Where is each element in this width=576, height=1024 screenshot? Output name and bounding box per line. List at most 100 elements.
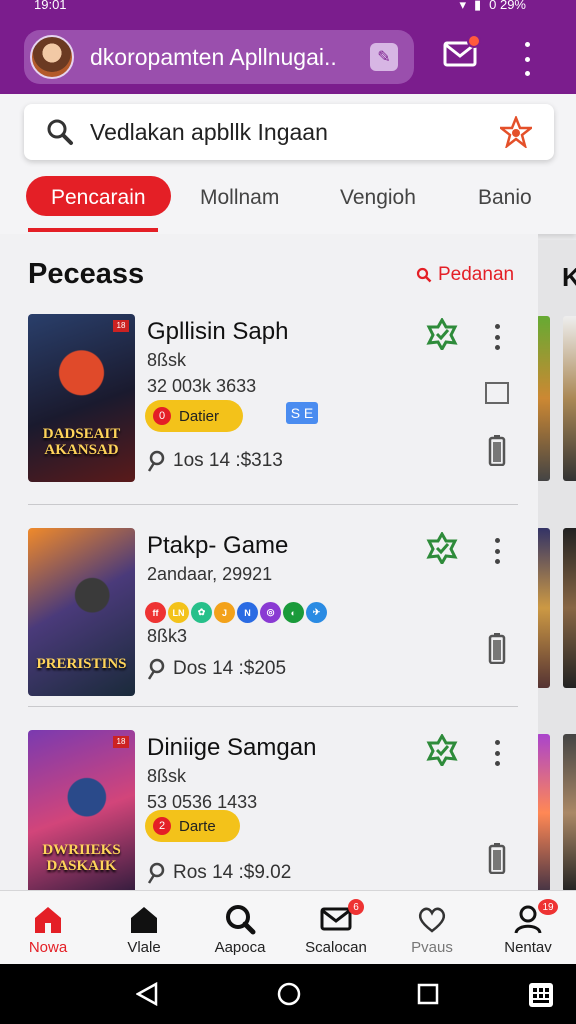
- game-card[interactable]: 18 DWRIIEKS DASKAIK Diniige Samgan 8ßsk …: [28, 730, 518, 900]
- divider: [28, 504, 518, 505]
- more-vert-icon[interactable]: [493, 538, 501, 564]
- nav-nowa[interactable]: Nowa: [0, 891, 96, 964]
- bottom-navigation: Nowa Vlale Aapoca 6 Scalocan Pvaus 19 Ne…: [0, 890, 576, 964]
- search-panel: Pencarain Mollnam Vengioh Banio: [0, 94, 576, 234]
- verified-icon: [426, 532, 458, 564]
- game-meta: Ros 14 :$9.02: [147, 862, 291, 884]
- side-thumbnail[interactable]: [536, 528, 550, 688]
- side-thumbnail[interactable]: [563, 316, 576, 481]
- nav-aapoca[interactable]: Aapoca: [192, 891, 288, 964]
- divider: [28, 706, 518, 707]
- back-icon[interactable]: [136, 982, 158, 1006]
- game-subtitle: 2andaar, 29921: [147, 564, 273, 584]
- game-meta: Dos 14 :$205: [147, 658, 286, 680]
- tab-pencarain[interactable]: Pencarain: [26, 176, 171, 216]
- system-navigation-bar: [0, 964, 576, 1024]
- search-icon: [226, 905, 256, 935]
- more-vert-icon[interactable]: [493, 324, 501, 350]
- side-column-heading: K: [562, 262, 576, 292]
- rating-badge-icon: 18: [113, 320, 129, 332]
- recents-icon[interactable]: [417, 983, 439, 1005]
- battery-text: 0 29%: [489, 0, 526, 12]
- badge-dot: 0: [153, 407, 171, 425]
- battery-icon: [488, 435, 506, 466]
- se-badge: S E: [286, 402, 318, 424]
- user-icon: [147, 450, 165, 472]
- nav-vlale[interactable]: Vlale: [96, 891, 192, 964]
- search-bar[interactable]: [24, 104, 554, 160]
- platform-tag-icon: ◐: [283, 602, 304, 623]
- avatar: [30, 35, 74, 79]
- keyboard-icon[interactable]: [528, 982, 554, 1008]
- tab-bar: Pencarain Mollnam Vengioh Banio: [0, 176, 576, 234]
- status-bar: 19:01 ▾ ▮ 0 29%: [0, 0, 576, 14]
- platform-tag-icon: ◎: [260, 602, 281, 623]
- more-vert-icon[interactable]: [493, 740, 501, 766]
- image-icon[interactable]: [485, 382, 509, 404]
- game-cover[interactable]: PRERISTINS: [28, 528, 135, 696]
- nav-badge: 6: [348, 899, 364, 915]
- platform-tag-icon: LN: [168, 602, 189, 623]
- star-icon[interactable]: [500, 116, 532, 148]
- home-outline-icon: [131, 907, 157, 933]
- badge-dot: 2: [153, 817, 171, 835]
- platform-tags: ff LN ✿ J N ◎ ◐ ✈: [145, 602, 327, 623]
- side-thumbnail[interactable]: [563, 528, 576, 688]
- platform-tag-icon: ✿: [191, 602, 212, 623]
- mail-button[interactable]: [443, 34, 481, 74]
- game-stats: 32 003k 3633: [147, 376, 257, 396]
- search-icon: [416, 267, 432, 283]
- signal-icon: ▮: [473, 0, 482, 12]
- game-cover[interactable]: 18 DADSEAIT AKANSAD: [28, 314, 135, 482]
- platform-tag-icon: J: [214, 602, 235, 623]
- home-circle-icon[interactable]: [277, 982, 301, 1006]
- rating-badge-icon: 18: [113, 736, 129, 748]
- home-icon: [35, 907, 61, 933]
- tab-mollnam[interactable]: Mollnam: [200, 176, 279, 210]
- status-badge: 2 Darte: [145, 810, 240, 842]
- nav-badge: 19: [538, 899, 558, 915]
- status-time: 19:01: [34, 0, 67, 12]
- search-icon: [47, 119, 73, 145]
- verified-icon: [426, 734, 458, 766]
- side-thumbnail[interactable]: [536, 316, 550, 481]
- game-title: Ptakp- Game: [147, 532, 289, 559]
- nav-pvaus[interactable]: Pvaus: [384, 891, 480, 964]
- side-thumbnail[interactable]: [563, 734, 576, 892]
- nav-scalocan[interactable]: 6 Scalocan: [288, 891, 384, 964]
- game-title: Gpllisin Saph: [147, 318, 289, 345]
- battery-icon: [488, 843, 506, 874]
- game-subtitle: 8ßsk: [147, 766, 187, 786]
- account-title: dkoropamten Apllnugai..: [90, 43, 337, 70]
- results-list: Peceass Pedanan 18 DADSEAIT AKANSAD Gpll…: [0, 234, 538, 898]
- game-cover[interactable]: 18 DWRIIEKS DASKAIK: [28, 730, 135, 898]
- game-title: Diniige Samgan: [147, 734, 317, 761]
- game-subtitle: 8ßsk: [147, 350, 187, 370]
- platform-tag-icon: ff: [145, 602, 166, 623]
- platform-tag-icon: N: [237, 602, 258, 623]
- section-link[interactable]: Pedanan: [416, 264, 514, 286]
- notification-dot: [467, 34, 481, 48]
- battery-icon: [488, 633, 506, 664]
- wifi-icon: ▾: [459, 0, 466, 12]
- game-meta: 1os 14 :$313: [147, 450, 283, 472]
- side-thumbnail[interactable]: [536, 734, 550, 892]
- section-title: Peceass: [28, 258, 145, 290]
- status-badge: 0 Datier: [145, 400, 244, 432]
- verified-icon: [426, 318, 458, 350]
- user-icon: [147, 658, 165, 680]
- platform-tag-icon: ✈: [306, 602, 327, 623]
- more-vert-icon[interactable]: [517, 42, 537, 76]
- game-card[interactable]: PRERISTINS Ptakp- Game 2andaar, 29921 ff…: [28, 528, 518, 698]
- user-icon: [147, 862, 165, 884]
- pin-icon[interactable]: ✎: [370, 43, 398, 71]
- game-card[interactable]: 18 DADSEAIT AKANSAD Gpllisin Saph 8ßsk 3…: [28, 314, 518, 484]
- tab-vengioh[interactable]: Vengioh: [340, 176, 416, 210]
- tab-indicator: [28, 228, 158, 232]
- game-stats: 8ßk3: [147, 626, 188, 646]
- tab-banio[interactable]: Banio: [478, 176, 532, 210]
- account-switcher[interactable]: dkoropamten Apllnugai.. ✎: [24, 30, 414, 84]
- nav-nentav[interactable]: 19 Nentav: [480, 891, 576, 964]
- search-input[interactable]: [90, 118, 500, 146]
- heart-icon: [418, 907, 446, 933]
